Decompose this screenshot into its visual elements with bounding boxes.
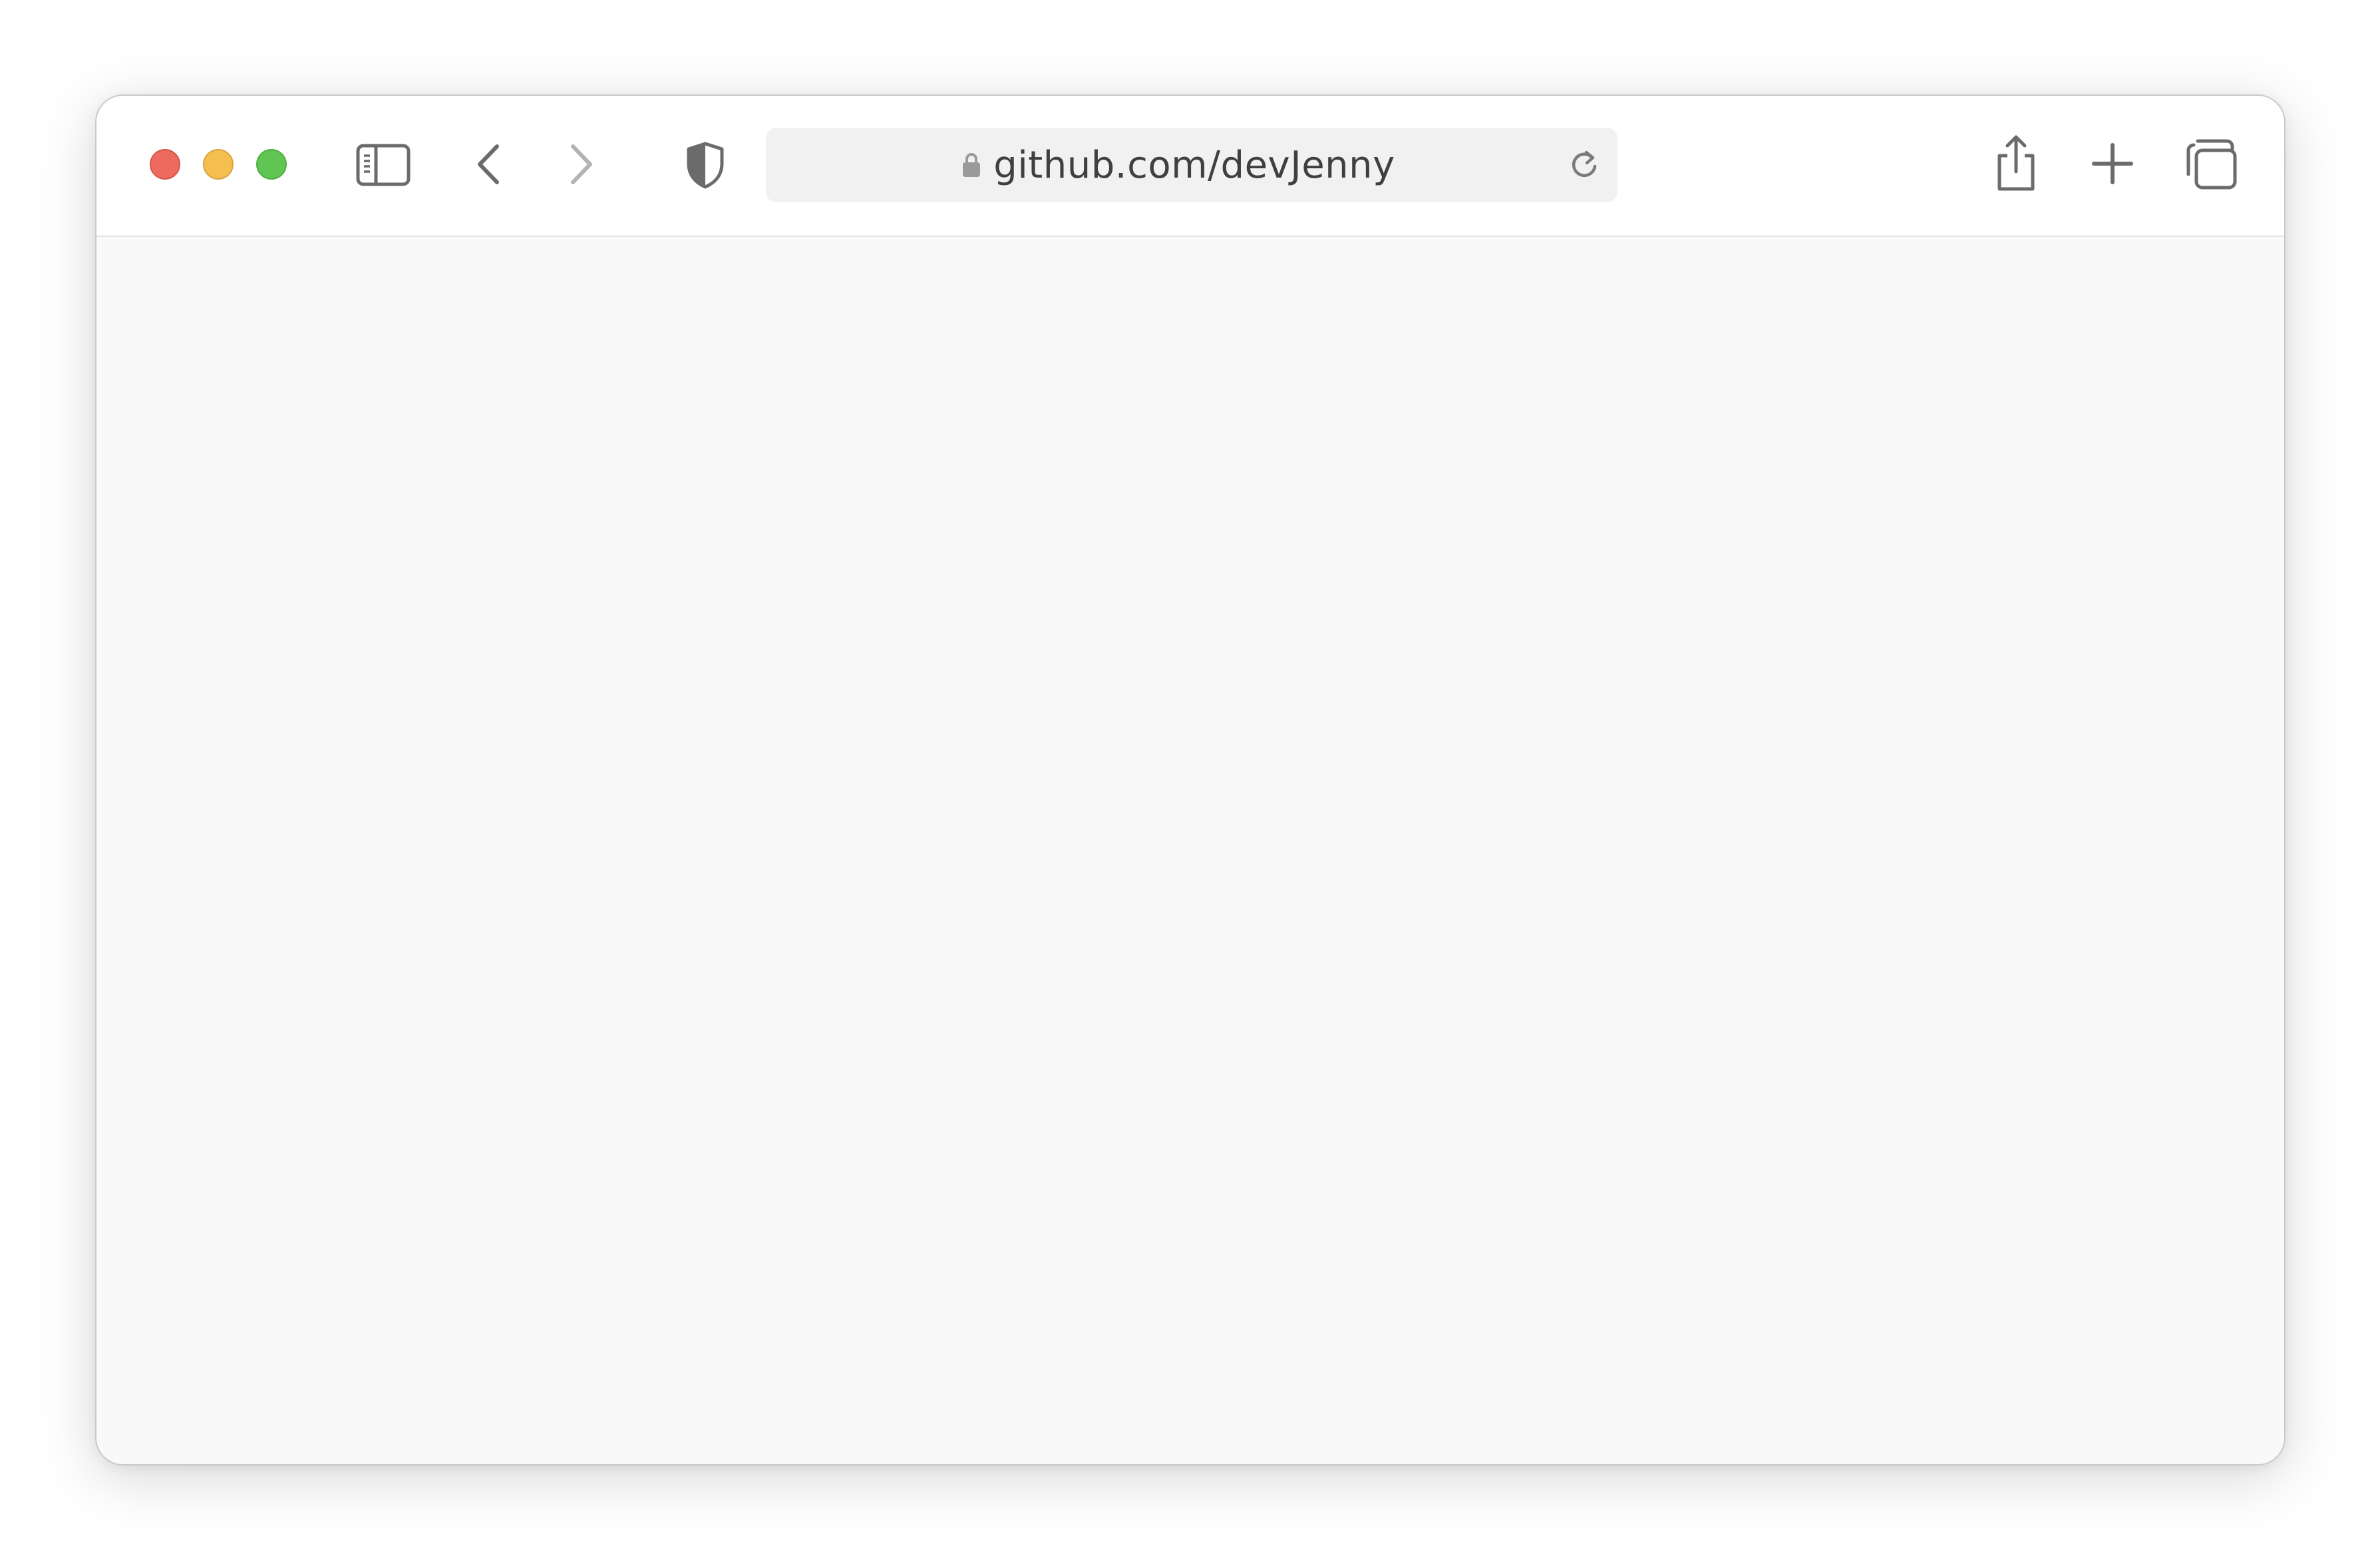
- new-tab-button[interactable]: [2091, 142, 2134, 185]
- zoom-window-button[interactable]: [256, 149, 287, 180]
- address-bar-content: github.com/devJenny: [766, 128, 1617, 202]
- share-button[interactable]: [1991, 133, 2041, 193]
- close-window-button[interactable]: [150, 149, 180, 180]
- share-icon: [1997, 135, 2035, 191]
- forward-button[interactable]: [566, 142, 595, 186]
- chevron-right-icon: [571, 144, 592, 184]
- tab-overview-button[interactable]: [2186, 138, 2238, 190]
- lock-icon: [961, 152, 981, 181]
- address-bar[interactable]: github.com/devJenny: [766, 128, 1617, 202]
- page-content: [96, 237, 2284, 1464]
- browser-toolbar: github.com/devJenny: [96, 96, 2284, 237]
- browser-window: github.com/devJenny: [95, 94, 2286, 1466]
- plus-icon: [2092, 143, 2133, 184]
- shield-icon: [687, 142, 724, 189]
- back-button[interactable]: [474, 142, 504, 186]
- minimize-window-button[interactable]: [203, 149, 234, 180]
- tab-overview-icon: [2186, 139, 2237, 190]
- url-text[interactable]: github.com/devJenny: [993, 144, 1395, 187]
- sidebar-icon[interactable]: [356, 144, 411, 186]
- privacy-report-button[interactable]: [685, 141, 726, 189]
- chevron-left-icon: [478, 144, 499, 184]
- reload-icon[interactable]: [1566, 146, 1603, 184]
